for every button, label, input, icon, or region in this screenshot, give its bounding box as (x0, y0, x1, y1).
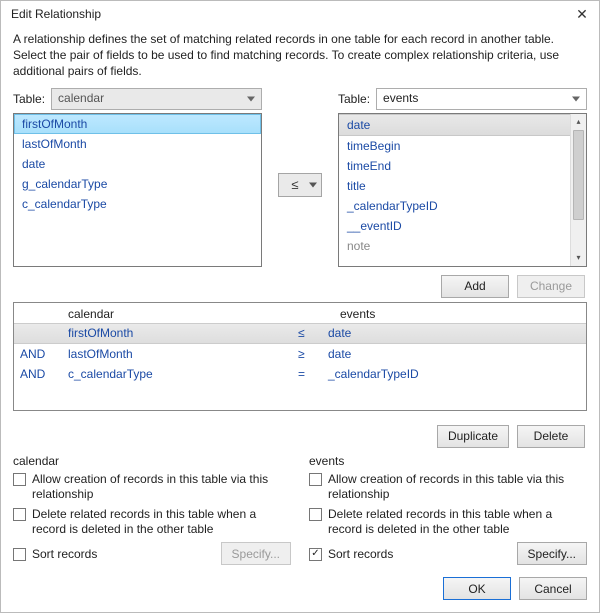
criteria-row[interactable]: firstOfMonth ≤ date (14, 323, 586, 344)
left-table-label: Table: (13, 92, 45, 106)
right-table-select[interactable]: events (376, 88, 587, 110)
operator-column: ≤ (270, 173, 330, 197)
checkbox-icon[interactable] (13, 508, 26, 521)
left-delete-related-row[interactable]: Delete related records in this table whe… (13, 507, 291, 538)
criteria-op: ≥ (298, 347, 328, 361)
criteria-right-field: date (328, 326, 580, 340)
operator-select[interactable]: ≤ (278, 173, 322, 197)
list-item[interactable]: _calendarTypeID (339, 196, 570, 216)
right-delete-related-row[interactable]: Delete related records in this table whe… (309, 507, 587, 538)
dialog-title: Edit Relationship (11, 7, 101, 21)
left-specify-button[interactable]: Specify... (221, 542, 291, 565)
add-change-row: Add Change (1, 267, 599, 302)
criteria-and: AND (20, 367, 68, 381)
criteria-op: ≤ (298, 326, 328, 340)
left-options-header: calendar (13, 454, 291, 468)
delete-button[interactable]: Delete (517, 425, 585, 448)
criteria-row[interactable]: AND lastOfMonth ≥ date (14, 344, 586, 364)
ok-button[interactable]: OK (443, 577, 511, 600)
criteria-right-field: _calendarTypeID (328, 367, 580, 381)
list-item[interactable]: __eventID (339, 216, 570, 236)
right-options-header: events (309, 454, 587, 468)
operator-value: ≤ (291, 177, 298, 192)
checkbox-checked-icon[interactable]: ✓ (309, 548, 322, 561)
left-table-select[interactable]: calendar (51, 88, 262, 110)
criteria-op: = (298, 367, 328, 381)
checkbox-icon[interactable] (13, 548, 26, 561)
add-button[interactable]: Add (441, 275, 509, 298)
right-table-label: Table: (338, 92, 370, 106)
left-table-value: calendar (58, 91, 104, 105)
left-delete-related-label: Delete related records in this table whe… (32, 507, 291, 538)
checkbox-icon[interactable] (309, 508, 322, 521)
right-sort-label: Sort records (328, 547, 393, 561)
right-table-value: events (383, 91, 418, 105)
criteria-body[interactable]: firstOfMonth ≤ date AND lastOfMonth ≥ da… (14, 323, 586, 410)
dialog-description: A relationship defines the set of matchi… (1, 25, 599, 88)
list-item[interactable]: firstOfMonth (14, 114, 261, 134)
checkbox-icon[interactable] (309, 473, 322, 486)
change-button[interactable]: Change (517, 275, 585, 298)
left-table-column: Table: calendar firstOfMonth lastOfMonth… (13, 88, 262, 267)
right-table-column: Table: events date timeBegin timeEnd tit… (338, 88, 587, 267)
list-item[interactable]: note (339, 236, 570, 256)
scrollbar[interactable]: ▴ ▾ (570, 114, 586, 266)
criteria-left-field: c_calendarType (68, 367, 298, 381)
edit-relationship-dialog: Edit Relationship ✕ A relationship defin… (0, 0, 600, 613)
scroll-down-icon[interactable]: ▾ (571, 250, 586, 266)
duplicate-button[interactable]: Duplicate (437, 425, 509, 448)
right-fields-list[interactable]: date timeBegin timeEnd title _calendarTy… (338, 113, 587, 267)
tables-row: Table: calendar firstOfMonth lastOfMonth… (1, 88, 599, 267)
list-item[interactable]: title (339, 176, 570, 196)
checkbox-icon[interactable] (13, 473, 26, 486)
right-specify-button[interactable]: Specify... (517, 542, 587, 565)
list-item[interactable]: timeEnd (339, 156, 570, 176)
close-icon[interactable]: ✕ (575, 7, 589, 21)
criteria-header-left: calendar (20, 307, 300, 321)
right-allow-create-label: Allow creation of records in this table … (328, 472, 587, 503)
left-allow-create-label: Allow creation of records in this table … (32, 472, 291, 503)
left-fields-list[interactable]: firstOfMonth lastOfMonth date g_calendar… (13, 113, 262, 267)
footer-buttons: OK Cancel (1, 569, 599, 612)
list-item[interactable]: date (14, 154, 261, 174)
list-item[interactable]: date (339, 114, 570, 136)
criteria-header-right: events (300, 307, 580, 321)
list-item[interactable]: timeBegin (339, 136, 570, 156)
scroll-up-icon[interactable]: ▴ (571, 114, 586, 130)
right-delete-related-label: Delete related records in this table whe… (328, 507, 587, 538)
right-options: events Allow creation of records in this… (309, 454, 587, 565)
dup-del-row: Duplicate Delete (1, 417, 599, 452)
scroll-thumb[interactable] (573, 130, 584, 220)
left-allow-create-row[interactable]: Allow creation of records in this table … (13, 472, 291, 503)
left-sort-label: Sort records (32, 547, 97, 561)
list-item[interactable]: lastOfMonth (14, 134, 261, 154)
right-allow-create-row[interactable]: Allow creation of records in this table … (309, 472, 587, 503)
cancel-button[interactable]: Cancel (519, 577, 587, 600)
options-row: calendar Allow creation of records in th… (1, 452, 599, 569)
list-item[interactable]: g_calendarType (14, 174, 261, 194)
list-item[interactable]: c_calendarType (14, 194, 261, 214)
left-sort-row: Sort records Specify... (13, 542, 291, 565)
criteria-header: calendar events (14, 303, 586, 323)
criteria-and: AND (20, 347, 68, 361)
criteria-grid: calendar events firstOfMonth ≤ date AND … (13, 302, 587, 411)
right-sort-row: ✓ Sort records Specify... (309, 542, 587, 565)
titlebar: Edit Relationship ✕ (1, 1, 599, 25)
criteria-left-field: lastOfMonth (68, 347, 298, 361)
criteria-left-field: firstOfMonth (68, 326, 298, 340)
left-options: calendar Allow creation of records in th… (13, 454, 291, 565)
criteria-right-field: date (328, 347, 580, 361)
criteria-row[interactable]: AND c_calendarType = _calendarTypeID (14, 364, 586, 384)
